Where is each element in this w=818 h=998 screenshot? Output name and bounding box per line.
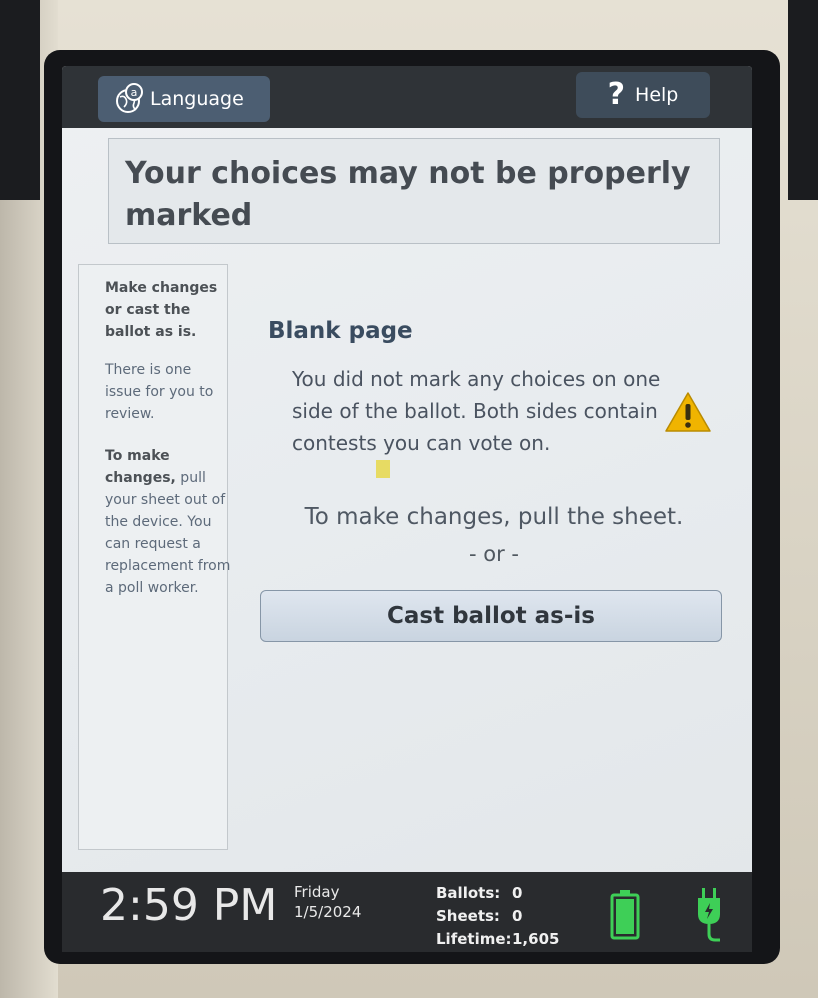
date-display: Friday 1/5/2024	[294, 882, 361, 922]
svg-text:a: a	[131, 86, 138, 99]
issue-message: You did not mark any choices on one side…	[292, 367, 661, 455]
voting-device: a Language ? Help Your choices may not b…	[0, 0, 818, 998]
issue-title: Blank page	[268, 318, 413, 344]
language-label: Language	[150, 88, 244, 110]
sidebar-instructions-text: To make changes, pull your sheet out of …	[105, 445, 231, 599]
lifetime-row: Lifetime: 1,605	[436, 928, 559, 951]
cursor-icon	[376, 460, 390, 478]
top-bar: a Language ? Help	[62, 66, 752, 128]
sidebar-instructions: Make changes or cast the ballot as is. T…	[78, 264, 231, 850]
cast-ballot-button[interactable]: Cast ballot as-is	[260, 590, 722, 642]
page-header: Your choices may not be properly marked	[108, 138, 720, 244]
touchscreen: a Language ? Help Your choices may not b…	[62, 66, 752, 882]
or-separator: - or -	[469, 542, 519, 566]
device-corner-right	[788, 0, 818, 200]
date-label: 1/5/2024	[294, 903, 362, 921]
battery-icon	[610, 890, 640, 940]
device-corner-left	[0, 0, 40, 200]
sheets-value: 0	[512, 907, 523, 925]
day-label: Friday	[294, 883, 340, 901]
sidebar-intro: Make changes or cast the ballot as is.	[105, 280, 218, 340]
lifetime-label: Lifetime:	[436, 930, 512, 948]
globe-language-icon: a	[116, 83, 143, 113]
sheets-row: Sheets: 0	[436, 905, 559, 928]
help-button[interactable]: ? Help	[576, 72, 710, 118]
sidebar-instructions-rest: pull your sheet out of the device. You c…	[105, 470, 231, 596]
warning-triangle-icon	[665, 392, 711, 432]
pull-sheet-instruction: To make changes, pull the sheet.	[304, 504, 684, 530]
sheets-label: Sheets:	[436, 907, 500, 925]
page-title: Your choices may not be properly marked	[125, 156, 691, 233]
help-label: Help	[635, 84, 679, 106]
power-plug-icon	[698, 888, 720, 942]
sidebar-issue-count: There is one issue for you to review.	[105, 362, 214, 422]
status-bar: 2:59 PM Friday 1/5/2024 Ballots: 0 Sheet…	[62, 872, 752, 952]
clock: 2:59 PM	[100, 880, 278, 931]
ballots-row: Ballots: 0	[436, 882, 559, 905]
ballots-value: 0	[512, 884, 523, 902]
question-mark-icon: ?	[607, 77, 626, 112]
sidebar-instructions-bold: To make changes,	[105, 448, 176, 486]
ballots-label: Ballots:	[436, 884, 501, 902]
ballot-counts: Ballots: 0 Sheets: 0 Lifetime: 1,605	[436, 882, 559, 951]
lifetime-value: 1,605	[512, 930, 560, 948]
language-button[interactable]: a Language	[98, 76, 270, 122]
